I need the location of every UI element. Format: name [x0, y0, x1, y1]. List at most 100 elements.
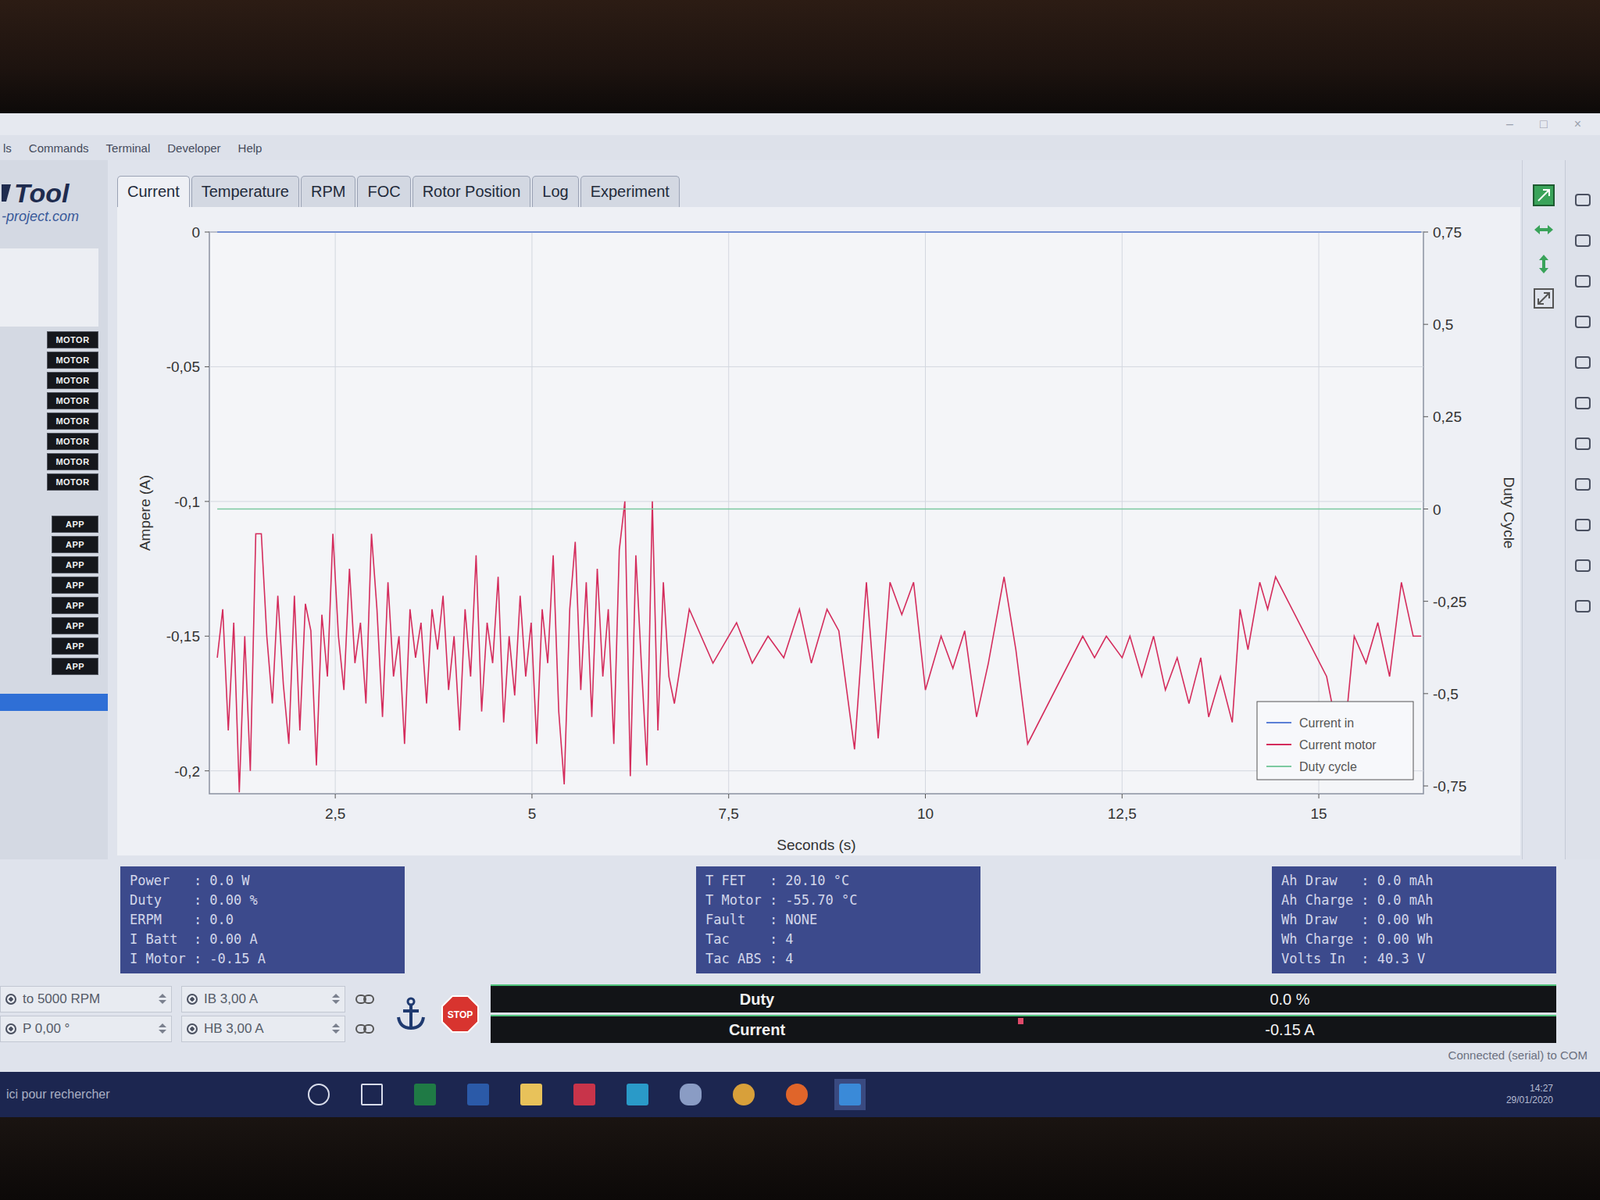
side-tool-icon[interactable]	[1571, 228, 1595, 253]
motor-button[interactable]: MOTOR	[46, 331, 99, 349]
tab[interactable]: Current	[117, 175, 190, 208]
motor-button[interactable]: MOTOR	[46, 453, 99, 471]
control-field[interactable]: IB 3,00 A	[181, 985, 346, 1013]
menu-item[interactable]: Developer	[167, 141, 221, 155]
window-control[interactable]: ×	[1574, 117, 1582, 132]
taskbar-app-icon[interactable]	[728, 1078, 760, 1111]
taskbar-app-icon[interactable]	[515, 1078, 547, 1111]
info-line: T Motor : -55.70 °C	[705, 890, 972, 911]
spin-icon[interactable]	[158, 993, 167, 1004]
y-right-label: Duty Cycle	[1500, 477, 1518, 550]
svg-text:12,5: 12,5	[1107, 805, 1137, 822]
app-button[interactable]: APP	[51, 637, 99, 655]
side-tool-icon[interactable]	[1571, 553, 1595, 578]
level-bar: Current-0.15 A	[490, 1014, 1557, 1043]
anchor-icon[interactable]	[392, 995, 430, 1033]
link-icon[interactable]	[354, 989, 375, 1010]
logo-icon	[1, 181, 13, 205]
rescale-icon[interactable]	[1532, 286, 1556, 311]
logo: Tool-project.com	[0, 160, 108, 243]
window-control[interactable]: –	[1506, 117, 1514, 132]
svg-text:0: 0	[191, 224, 200, 241]
app-button[interactable]: APP	[51, 535, 99, 554]
taskbar-search[interactable]: ici pour rechercher	[0, 1087, 304, 1102]
y-left-label: Ampere (A)	[136, 475, 154, 551]
tab[interactable]: FOC	[357, 175, 411, 208]
side-tool-icon[interactable]	[1571, 310, 1595, 334]
side-tool-icon[interactable]	[1571, 391, 1595, 415]
app-button[interactable]: APP	[51, 556, 99, 574]
main-area: CurrentTemperatureRPMFOCRotor PositionLo…	[107, 160, 1522, 860]
motor-button[interactable]: MOTOR	[46, 412, 99, 430]
motor-button[interactable]: MOTOR	[46, 392, 99, 410]
y-left-tick: -0,2	[174, 763, 1424, 780]
app-button[interactable]: APP	[51, 576, 99, 594]
tab[interactable]: Log	[532, 175, 579, 208]
menu-item[interactable]: Terminal	[106, 141, 151, 155]
spin-icon[interactable]	[158, 1023, 167, 1034]
spin-icon[interactable]	[332, 993, 340, 1004]
control-field[interactable]: HB 3,00 A	[181, 1015, 346, 1043]
motor-button[interactable]: MOTOR	[46, 432, 99, 450]
side-tool-icon[interactable]	[1571, 432, 1595, 456]
info-line: T FET : 20.10 °C	[705, 871, 972, 891]
y-right-tick: 0,5	[1423, 316, 1454, 333]
spin-icon[interactable]	[332, 1023, 340, 1034]
link-icon[interactable]	[354, 1018, 375, 1040]
control-field[interactable]: P 0,00 °	[0, 1015, 172, 1043]
tab[interactable]: RPM	[300, 175, 356, 208]
side-tool-icon[interactable]	[1571, 350, 1595, 375]
radio-icon[interactable]	[5, 1023, 17, 1035]
control-fields: to 5000 RPM IB 3,00 A P 0,00 ° HB 3,00 A	[0, 985, 382, 1043]
side-tool-strip	[1564, 160, 1600, 860]
bar-value: -0.15 A	[1023, 1021, 1557, 1040]
tab[interactable]: Experiment	[580, 175, 680, 208]
taskbar-app-icon[interactable]	[834, 1078, 866, 1111]
y-right-tick: 0,25	[1423, 408, 1462, 425]
level-bar: Duty0.0 %	[490, 984, 1557, 1013]
control-field[interactable]: to 5000 RPM	[0, 985, 172, 1013]
window-control[interactable]: □	[1539, 117, 1548, 132]
radio-icon[interactable]	[186, 1023, 198, 1035]
side-tool-icon[interactable]	[1571, 269, 1595, 293]
taskbar-app-icon[interactable]	[568, 1078, 600, 1111]
taskbar-app-icon[interactable]	[675, 1078, 707, 1111]
radio-icon[interactable]	[186, 993, 198, 1005]
motor-button[interactable]: MOTOR	[46, 351, 99, 369]
taskbar-app-icon[interactable]	[462, 1078, 494, 1111]
tab[interactable]: Temperature	[191, 175, 300, 208]
taskbar: ici pour rechercher14:2729/01/2020	[0, 1071, 1600, 1118]
y-right-tick: 0,75	[1423, 224, 1462, 241]
side-tool-icon[interactable]	[1571, 594, 1595, 618]
menu-item[interactable]: Commands	[28, 141, 90, 155]
side-tool-icon[interactable]	[1571, 472, 1595, 497]
vertical-zoom-icon[interactable]	[1532, 252, 1556, 276]
zoom-fit-icon[interactable]	[1532, 183, 1556, 208]
taskbar-app-icon[interactable]	[409, 1078, 441, 1111]
x-label: Seconds (s)	[776, 836, 856, 854]
legend-item: Current in	[1266, 716, 1354, 730]
motor-button[interactable]: MOTOR	[46, 371, 99, 390]
motor-button[interactable]: MOTOR	[46, 473, 99, 491]
y-left-tick: -0,15	[166, 628, 1424, 645]
menu-item[interactable]: Help	[238, 141, 263, 155]
svg-text:-0,15: -0,15	[166, 628, 200, 645]
horizontal-zoom-icon[interactable]	[1532, 217, 1556, 242]
app-button[interactable]: APP	[51, 657, 99, 675]
taskbar-app-icon[interactable]	[621, 1078, 654, 1111]
side-tool-icon[interactable]	[1571, 188, 1595, 212]
side-tool-icon[interactable]	[1571, 513, 1595, 537]
y-right-tick: 0	[1423, 501, 1442, 518]
svg-text:0: 0	[1432, 501, 1442, 518]
menu-item[interactable]: ls	[3, 141, 12, 155]
app-button[interactable]: APP	[51, 515, 99, 533]
app-button[interactable]: APP	[51, 617, 99, 635]
stop-button[interactable]: STOP	[440, 994, 480, 1034]
radio-icon[interactable]	[5, 993, 17, 1005]
app-button[interactable]: APP	[51, 596, 99, 615]
tab[interactable]: Rotor Position	[412, 175, 532, 208]
taskbar-app-icon[interactable]	[303, 1078, 335, 1111]
taskbar-app-icon[interactable]	[356, 1078, 388, 1111]
taskbar-app-icon[interactable]	[781, 1078, 813, 1111]
current-chart[interactable]: 2,557,51012,5150-0,05-0,1-0,15-0,20,750,…	[117, 207, 1521, 856]
